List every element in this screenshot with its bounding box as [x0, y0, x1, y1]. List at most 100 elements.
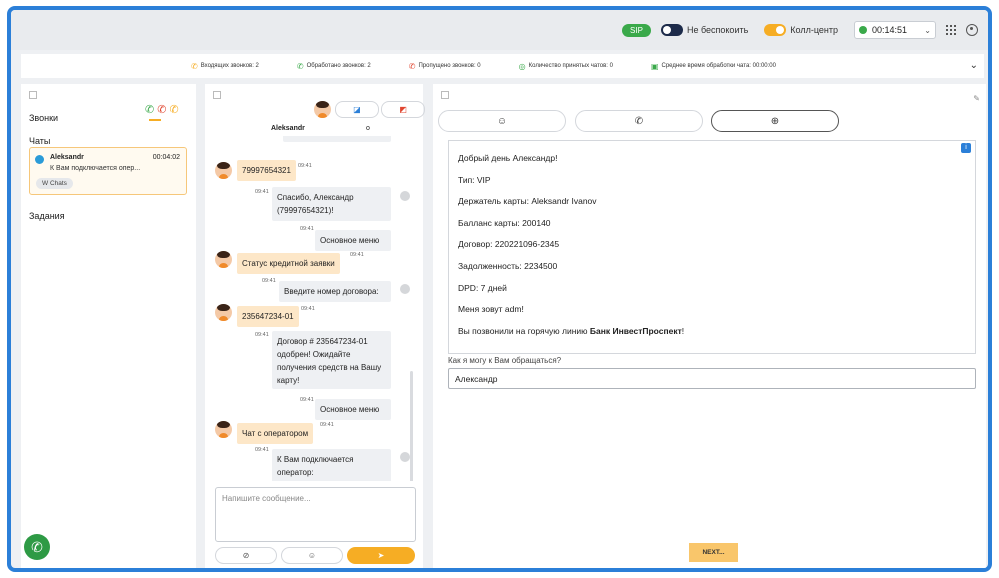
avg-time-icon: ▣	[650, 61, 659, 71]
message-time: 09:41	[262, 278, 276, 284]
message-bubble: Основное меню	[315, 230, 391, 251]
message-bubble: Договор # 235647234-01 одобрен! Ожидайте…	[272, 331, 391, 389]
chevron-down-icon: ⌄	[924, 25, 931, 35]
stat-avg-time: ▣ Среднее время обработки чата: 00:00:00	[650, 61, 776, 71]
script-text-box: i Добрый день Александр! Тип: VIP Держат…	[448, 140, 976, 354]
close-chat-button[interactable]: ◩	[381, 101, 425, 118]
expand-icon[interactable]	[441, 91, 449, 99]
headset-icon: ⊕	[770, 115, 780, 127]
message-bubble	[283, 136, 391, 142]
next-button[interactable]: NEXT...	[689, 543, 738, 562]
expand-icon[interactable]	[29, 91, 37, 99]
sidebar-panel: Звонки ✆ ✆ ✆ Чаты Aleksandr 00:04:02 К В…	[21, 84, 196, 568]
script-line-hotline: Вы позвонили на горячую линию Банк Инвес…	[458, 325, 685, 336]
stat-incoming: ✆ Входящих звонков: 2	[191, 61, 259, 71]
sidebar-item-chats[interactable]: Чаты	[29, 136, 50, 146]
contact-avatar	[314, 101, 331, 118]
message-time: 09:41	[255, 447, 269, 453]
chat-list-item[interactable]: Aleksandr 00:04:02 К Вам подключается оп…	[29, 147, 187, 195]
message-list[interactable]: 79997654321 09:41 09:41 Спасибо, Алексан…	[205, 136, 423, 481]
dnd-toggle[interactable]	[660, 24, 683, 36]
message-bubble: 79997654321	[237, 160, 296, 181]
tab-call[interactable]: ✆	[575, 110, 703, 132]
script-line: Задолженность: 2234500	[458, 260, 558, 271]
transfer-chat-button[interactable]: ◪	[335, 101, 379, 118]
message-time: 09:41	[300, 397, 314, 403]
read-status-icon	[400, 191, 410, 201]
chat-duration: 00:04:02	[152, 154, 180, 161]
message-time: 09:41	[255, 189, 269, 195]
message-input[interactable]: Напишите сообщение...	[215, 487, 416, 542]
message-time: 09:41	[255, 332, 269, 338]
message-list-scrollbar[interactable]	[410, 371, 413, 481]
phone-call-button[interactable]: ✆	[24, 534, 50, 560]
message-time: 09:41	[320, 422, 334, 428]
chat-preview: К Вам подключается опер...	[50, 165, 141, 172]
chat-contact-extra: o	[366, 125, 370, 132]
user-profile-icon[interactable]	[966, 24, 978, 36]
incoming-call-icon: ✆	[191, 61, 198, 71]
close-chat-icon: ◩	[399, 105, 407, 114]
online-status-icon	[859, 26, 867, 34]
stats-bar: ✆ Входящих звонков: 2 ✆ Обработано звонков…	[21, 54, 984, 78]
telegram-icon	[35, 155, 44, 164]
pin-icon[interactable]: ✎	[973, 94, 980, 103]
message-bubble: Введите номер договора:	[279, 281, 391, 302]
phone-accepted-icon[interactable]: ✆	[145, 103, 154, 116]
send-icon: ➤	[377, 551, 385, 560]
script-line: Добрый день Александр!	[458, 153, 558, 163]
chat-panel: ◪ ◩ Aleksandr o 79997654321 09:41 09:41 …	[205, 84, 425, 568]
expand-icon[interactable]	[213, 91, 221, 99]
send-button[interactable]: ➤	[347, 547, 415, 564]
attach-button[interactable]: ⊘	[215, 547, 277, 564]
message-time: 09:41	[298, 163, 312, 169]
sidebar-item-calls[interactable]: Звонки	[29, 113, 58, 123]
top-bar: SIP Не беспокоить Колл-центр 00:14:51 ⌄	[11, 10, 988, 50]
chat-contact-name: Aleksandr	[50, 154, 84, 161]
bank-name: Банк ИнвестПроспект	[589, 325, 682, 336]
accepted-chats-icon: ◎	[518, 61, 526, 71]
question-label: Как я могу к Вам обращаться?	[448, 356, 562, 365]
processed-call-icon: ✆	[296, 61, 304, 71]
sidebar-item-tasks[interactable]: Задания	[29, 211, 65, 221]
message-time: 09:41	[350, 252, 364, 258]
script-line: Тип: VIP	[458, 174, 491, 185]
chat-channel-badge: W Chats	[36, 178, 73, 189]
script-line: Балланс карты: 200140	[458, 217, 551, 228]
message-time: 09:41	[301, 306, 315, 312]
answer-input[interactable]: Александр	[448, 368, 976, 389]
emoji-button[interactable]: ☺	[281, 547, 343, 564]
tab-operator[interactable]: ⊕	[711, 110, 839, 132]
apps-grid-icon[interactable]	[946, 25, 956, 35]
active-filter-underline	[149, 119, 161, 121]
phone-incoming-icon[interactable]: ✆	[169, 103, 178, 116]
contact-avatar	[215, 304, 232, 321]
stat-accepted-chats: ◎ Количество принятых чатов: 0	[518, 61, 613, 71]
script-line: Меня зовут adm!	[458, 304, 524, 315]
message-bubble: Спасибо, Александр (79997654321)!	[272, 187, 391, 221]
phone-missed-icon[interactable]: ✆	[157, 103, 166, 116]
chat-transfer-icon: ◪	[353, 105, 361, 114]
callcenter-toggle[interactable]	[764, 24, 787, 36]
info-icon[interactable]: i	[961, 143, 971, 153]
chat-contact-name: Aleksandr	[271, 125, 305, 132]
smiley-icon: ☺	[307, 551, 317, 560]
script-line: Договор: 220221096-2345	[458, 239, 560, 250]
message-bubble: Чат с оператором	[237, 423, 314, 444]
paperclip-icon: ⊘	[242, 551, 250, 560]
callcenter-label: Колл-центр	[790, 25, 838, 35]
person-icon: ☺	[496, 115, 508, 127]
dnd-label: Не беспокоить	[686, 25, 749, 35]
message-bubble: Основное меню	[315, 399, 391, 420]
timer-value: 00:14:51	[872, 25, 908, 35]
message-bubble: Статус кредитной заявки	[237, 253, 340, 274]
stat-missed: ✆ Пропущено звонков: 0	[408, 61, 481, 71]
script-line: Держатель карты: Aleksandr Ivanov	[458, 196, 597, 207]
contact-avatar	[215, 251, 232, 268]
chevron-down-icon[interactable]: ⌄	[970, 60, 978, 71]
message-time: 09:41	[300, 226, 314, 232]
call-filter-icons: ✆ ✆ ✆	[145, 103, 179, 116]
contact-avatar	[215, 162, 232, 179]
status-timer-select[interactable]: 00:14:51 ⌄	[854, 21, 936, 39]
tab-client-info[interactable]: ☺	[438, 110, 566, 132]
